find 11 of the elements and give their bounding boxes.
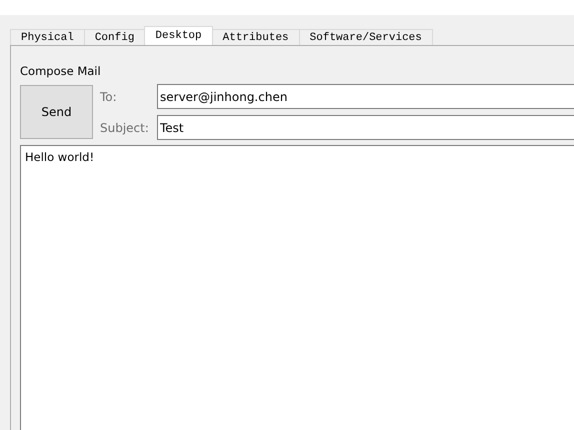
compose-heading: Compose Mail (20, 63, 101, 79)
tab[interactable]: Physical (10, 29, 85, 45)
tab[interactable]: Config (84, 29, 146, 45)
send-button[interactable]: Send (20, 85, 93, 139)
tab[interactable]: Software/Services (298, 29, 433, 45)
subject-field[interactable]: Test (157, 115, 574, 140)
subject-label: Subject: (100, 120, 149, 134)
message-body-field[interactable]: Hello world! (20, 145, 574, 430)
to-field[interactable]: server@jinhong.chen (157, 84, 574, 109)
tab[interactable]: Desktop (144, 26, 213, 45)
to-label: To: (100, 90, 117, 104)
